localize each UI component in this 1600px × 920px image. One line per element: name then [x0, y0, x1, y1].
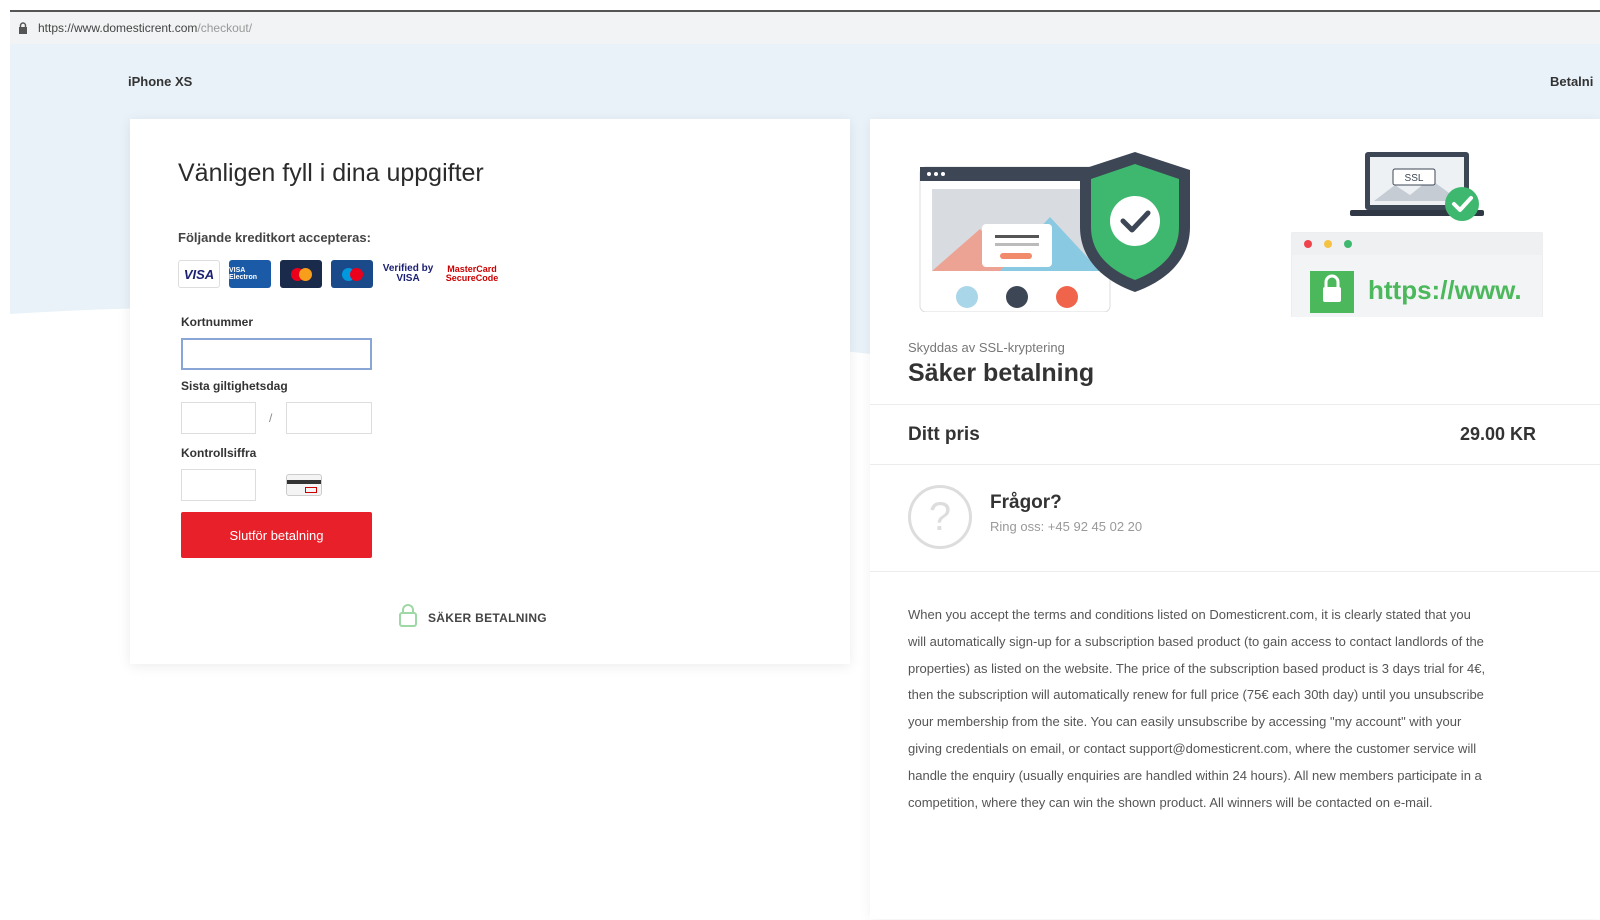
- accepted-cards-label: Följande kreditkort accepteras:: [178, 230, 371, 245]
- visa-logo: VISA: [178, 260, 220, 288]
- verified-by-visa-logo: Verified by VISA: [382, 260, 434, 288]
- url-domain: https://www.domesticrent.com: [38, 21, 198, 35]
- window-left-edge: [0, 0, 10, 920]
- url-text[interactable]: https://www.domesticrent.com/checkout/: [38, 21, 252, 35]
- payment-form-card: Vänligen fyll i dina uppgifter Följande …: [130, 119, 850, 664]
- checkout-step-label: Betalni: [1550, 74, 1594, 89]
- divider-3: [870, 571, 1600, 572]
- card-number-label: Kortnummer: [181, 315, 254, 329]
- price-value: 29.00 KR: [1460, 424, 1537, 444]
- ssl-https-illustration: SSL https://www.: [1291, 152, 1543, 317]
- card-back-cvc-icon: [286, 474, 322, 496]
- price-label: Ditt pris: [908, 424, 980, 445]
- secure-payment-text: SÄKER BETALNING: [428, 610, 547, 625]
- order-summary-card: SSL https://www. Skyddas av SSL-krypteri…: [870, 119, 1600, 919]
- visa-electron-text: VISA Electron: [229, 267, 258, 281]
- questions-title: Frågor?: [990, 492, 1062, 513]
- expiry-month-input[interactable]: [181, 402, 256, 434]
- url-path: /checkout/: [197, 21, 253, 35]
- mastercard-securecode-logo: MasterCard SecureCode: [443, 260, 501, 288]
- checkout-page: iPhone XS Betalni Vänligen fyll i dina u…: [10, 44, 1600, 920]
- https-illustration-text: https://www.: [1368, 275, 1522, 305]
- ssl-subtitle: Skyddas av SSL-kryptering: [908, 340, 1065, 355]
- form-title: Vänligen fyll i dina uppgifter: [178, 159, 484, 187]
- secure-payment-note: SÄKER BETALNING: [398, 603, 547, 632]
- accepted-cards-row: VISA VISA Electron Verified by VISA Mast…: [178, 260, 501, 288]
- questions-phone: Ring oss: +45 92 45 02 20: [990, 519, 1143, 534]
- visa-electron-logo: VISA Electron: [229, 260, 271, 288]
- maestro-logo: [331, 260, 373, 288]
- address-bar[interactable]: https://www.domesticrent.com/checkout/: [10, 12, 1600, 44]
- cvc-label: Kontrollsiffra: [181, 446, 257, 460]
- expiry-separator: /: [269, 411, 273, 425]
- secure-browser-shield-illustration: [919, 152, 1190, 312]
- cvc-input[interactable]: [181, 469, 256, 501]
- card-number-input[interactable]: [181, 338, 372, 370]
- divider-1: [870, 404, 1600, 405]
- secure-payment-title: Säker betalning: [908, 359, 1095, 387]
- divider-2: [870, 464, 1600, 465]
- terms-text: When you accept the terms and conditions…: [908, 607, 1486, 810]
- expiry-year-input[interactable]: [286, 402, 372, 434]
- complete-payment-button[interactable]: Slutför betalning: [181, 512, 372, 558]
- mastercard-logo: [280, 260, 322, 288]
- expiry-label: Sista giltighetsdag: [181, 379, 288, 393]
- padlock-icon: [18, 22, 28, 34]
- padlock-outline-icon: [398, 603, 418, 632]
- product-name: iPhone XS: [128, 74, 193, 89]
- ssl-badge-text: SSL: [1405, 173, 1424, 184]
- question-mark-icon: ?: [908, 485, 972, 549]
